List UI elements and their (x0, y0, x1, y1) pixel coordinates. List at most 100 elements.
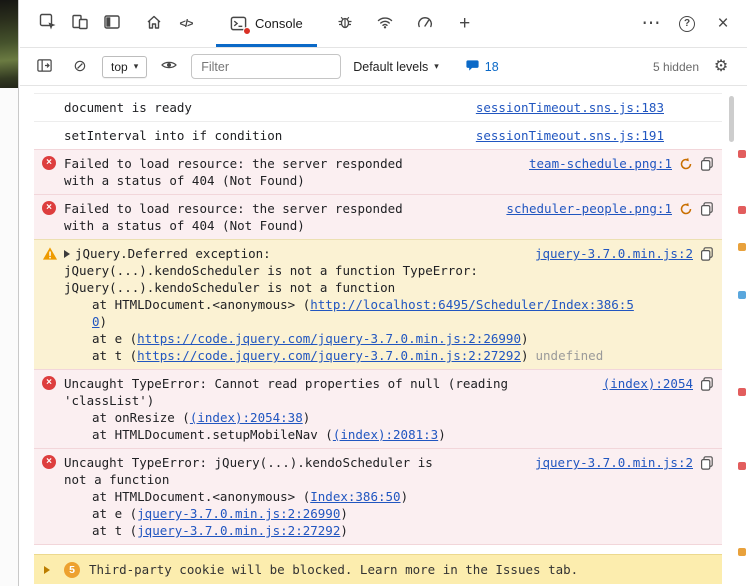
stack-source-link[interactable]: Index:386:50 (310, 489, 400, 504)
stack-text: ) (340, 523, 348, 538)
scrollbar-warning-mark (738, 548, 746, 556)
expand-arrow-icon[interactable] (44, 566, 50, 574)
console-sidebar-toggle-button[interactable] (30, 53, 58, 81)
bug-icon (336, 13, 354, 34)
stack-frame: at HTMLDocument.<anonymous> (http://loca… (64, 296, 634, 330)
replay-request-icon[interactable] (679, 157, 693, 171)
stack-frame: at e (jquery-3.7.0.min.js:2:26990) (64, 505, 714, 522)
hidden-messages-label[interactable]: 5 hidden (653, 60, 699, 74)
home-icon (145, 13, 163, 34)
console-tab-icon (230, 15, 247, 32)
stack-source-link[interactable]: (index):2054:38 (190, 410, 303, 425)
stack-source-link[interactable]: https://code.jquery.com/jquery-3.7.0.min… (137, 348, 521, 363)
network-conditions-button[interactable] (369, 8, 401, 40)
more-tabs-button[interactable]: + (449, 8, 481, 40)
wifi-icon (376, 13, 394, 34)
copilot-explain-icon[interactable] (700, 377, 714, 391)
scrollbar-warning-mark (738, 243, 746, 251)
tab-console[interactable]: Console (216, 0, 317, 47)
message-icon-gutter: × (42, 155, 64, 170)
sources-button[interactable]: </> (170, 8, 202, 40)
clear-console-button[interactable]: ⊘ (66, 53, 94, 81)
message-text: not a function (64, 471, 714, 488)
activity-bar-button[interactable] (96, 8, 128, 40)
welcome-home-button[interactable] (138, 8, 170, 40)
close-icon: × (717, 14, 728, 33)
stack-source-link[interactable]: (index):2081:3 (333, 427, 438, 442)
device-emulation-button[interactable] (64, 8, 96, 40)
chevron-down-icon: ▾ (134, 61, 139, 72)
more-icon: ⋯ (642, 14, 661, 33)
source-link[interactable]: (index):2054 (603, 375, 693, 392)
stack-source-link[interactable]: jquery-3.7.0.min.js:2:26990 (137, 506, 340, 521)
plus-icon: + (459, 14, 470, 33)
inspect-element-button[interactable] (32, 8, 64, 40)
error-message-row: × Failed to load resource: the server re… (34, 194, 722, 239)
context-selector[interactable]: top ▾ (102, 56, 147, 78)
log-levels-label: Default levels (353, 60, 428, 74)
more-options-button[interactable]: ⋯ (635, 8, 667, 40)
source-link[interactable]: jquery-3.7.0.min.js:2 (535, 454, 693, 471)
copilot-explain-icon[interactable] (700, 202, 714, 216)
help-icon: ? (679, 16, 695, 32)
expand-arrow-icon[interactable] (64, 250, 70, 258)
message-icon-gutter (42, 127, 64, 128)
issues-bar[interactable]: 5 Third-party cookie will be blocked. Le… (34, 554, 722, 584)
undefined-value: undefined (536, 348, 604, 363)
close-devtools-button[interactable]: × (707, 8, 739, 40)
source-link[interactable]: sessionTimeout.sns.js:191 (476, 127, 664, 144)
message-text: Failed to load resource: the server resp… (64, 200, 418, 234)
webpage-photo-fragment (0, 0, 18, 88)
stack-text: at e ( (92, 506, 137, 521)
log-levels-selector[interactable]: Default levels ▾ (349, 57, 443, 77)
console-error-badge (243, 27, 251, 35)
message-text: jQuery(...).kendoScheduler is not a func… (64, 279, 714, 296)
stack-text: ) (303, 410, 311, 425)
source-link[interactable]: scheduler-people.png:1 (506, 200, 672, 217)
console-scrollbar-thumb[interactable] (729, 96, 734, 142)
devtools-panel: </> Console + (20, 0, 747, 586)
scrollbar-error-mark (738, 206, 746, 214)
stack-text: ) (340, 506, 348, 521)
replay-request-icon[interactable] (679, 202, 693, 216)
log-message-row: setInterval into if condition sessionTim… (34, 121, 722, 149)
live-expression-button[interactable] (155, 53, 183, 81)
source-link[interactable]: sessionTimeout.sns.js:183 (476, 99, 664, 116)
message-text: jQuery.Deferred exception: (75, 245, 271, 262)
stack-text: ) (438, 427, 446, 442)
performance-button[interactable] (409, 8, 441, 40)
filter-input[interactable] (191, 54, 341, 79)
stack-frame: at onResize ((index):2054:38) (64, 409, 714, 426)
stack-text: at e ( (92, 331, 137, 346)
tab-console-label: Console (255, 16, 303, 31)
issues-count-badge: 5 (64, 562, 80, 578)
inspect-icon (39, 13, 57, 34)
stack-frame: at t (https://code.jquery.com/jquery-3.7… (64, 347, 634, 364)
debug-tool-button[interactable] (329, 8, 361, 40)
copilot-explain-icon[interactable] (700, 157, 714, 171)
message-icon-gutter: × (42, 375, 64, 390)
source-link[interactable]: jquery-3.7.0.min.js:2 (535, 245, 693, 262)
device-emulation-icon (71, 13, 89, 34)
scrollbar-error-mark (738, 462, 746, 470)
stack-source-link[interactable]: https://code.jquery.com/jquery-3.7.0.min… (137, 331, 521, 346)
copilot-explain-icon[interactable] (700, 456, 714, 470)
layout-panel-icon (103, 13, 121, 34)
error-icon: × (42, 376, 56, 390)
message-text: 'classList') (64, 392, 714, 409)
scrollbar-error-mark (738, 388, 746, 396)
copilot-explain-icon[interactable] (700, 247, 714, 261)
stack-text: ) (401, 489, 409, 504)
message-text: Uncaught TypeError: jQuery(...).kendoSch… (64, 454, 433, 471)
message-text: jQuery(...).kendoScheduler is not a func… (64, 262, 714, 279)
console-settings-button[interactable]: ⚙ (707, 53, 735, 81)
stack-source-link[interactable]: jquery-3.7.0.min.js:2:27292 (137, 523, 340, 538)
stack-text: at HTMLDocument.<anonymous> ( (92, 297, 310, 312)
context-selector-value: top (111, 60, 128, 74)
source-link[interactable]: team-schedule.png:1 (529, 155, 672, 172)
webpage-edge-strip (0, 0, 19, 586)
stack-frame: at HTMLDocument.<anonymous> (Index:386:5… (64, 488, 714, 505)
console-messages-count[interactable]: 18 (465, 58, 499, 76)
help-button[interactable]: ? (671, 8, 703, 40)
devtools-tabbar: </> Console + (20, 0, 747, 48)
